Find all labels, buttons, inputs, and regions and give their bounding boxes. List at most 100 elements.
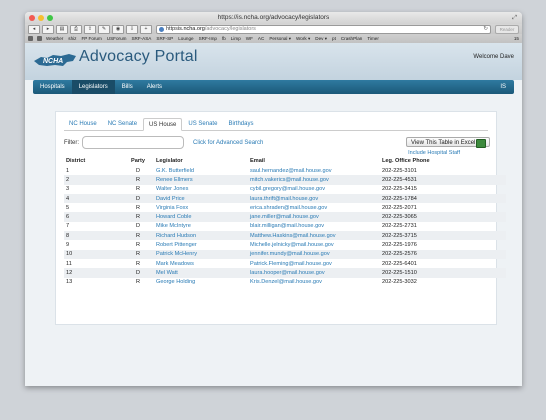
table-row: 1 D G.K. Butterfield saul.hernandez@mail.ho… <box>64 166 506 175</box>
nav-legislators[interactable]: Legislators <box>71 80 115 94</box>
sidebar-icon[interactable]: ▤ <box>56 24 68 34</box>
fullscreen-icon[interactable]: ⤢ <box>512 15 517 22</box>
bookmark-item[interactable]: Work ▾ <box>296 36 310 42</box>
column-header-phone[interactable]: Leg. Office Phone <box>380 156 506 166</box>
bookmark-overflow-count[interactable]: 15 <box>514 36 519 41</box>
reload-icon[interactable]: ↻ <box>483 26 488 32</box>
table-row: 12 D Mel Watt laura.hooper@mail.house.gov 20… <box>64 268 506 278</box>
downloads-icon[interactable]: ⇩ <box>126 24 138 34</box>
table-header-row: District Party Legislator Email Leg. Off… <box>64 156 506 166</box>
bookmark-item[interactable]: FP Forum <box>81 36 101 42</box>
forward-button[interactable]: ▸ <box>42 24 54 34</box>
legislator-link[interactable]: George Holding <box>154 278 248 287</box>
reader-button[interactable]: Reader <box>495 24 519 34</box>
address-bar[interactable]: https is.ncha.org /advocacy/legislators … <box>156 24 491 34</box>
bookmarks-book-icon[interactable] <box>28 36 33 41</box>
party-cell: R <box>122 231 154 241</box>
column-header-legislator[interactable]: Legislator <box>154 156 248 166</box>
email-link[interactable]: Patrick.Fleming@mail.house.gov <box>248 259 380 268</box>
legislator-link[interactable]: Howard Coble <box>154 212 248 222</box>
bookmark-item[interactable]: pt <box>332 36 336 42</box>
email-link[interactable]: cybil.gregory@mail.house.gov <box>248 185 380 194</box>
party-cell: D <box>135 167 141 174</box>
column-header-district[interactable]: District <box>64 156 122 166</box>
legislator-link[interactable]: Walter Jones <box>154 185 248 194</box>
email-link[interactable]: Kris.Denzel@mail.house.gov <box>248 278 380 287</box>
legislators-panel: NC House NC Senate US House US Senate Bi… <box>55 111 506 325</box>
legislator-link[interactable]: Virginia Foxx <box>154 203 248 212</box>
bookmark-item[interactable]: fb <box>222 36 226 42</box>
legislator-link[interactable]: Mel Watt <box>154 268 248 278</box>
legislator-link[interactable]: Patrick McHenry <box>154 249 248 259</box>
nav-bills[interactable]: Bills <box>115 80 140 94</box>
legislator-link[interactable]: Mike McIntyre <box>154 222 248 231</box>
email-link[interactable]: Michelle.jelnicky@mail.house.gov <box>248 240 380 249</box>
legislator-link[interactable]: David Price <box>154 193 248 204</box>
legislator-link[interactable]: Mark Meadows <box>154 259 248 268</box>
legislator-link[interactable]: Renee Ellmers <box>154 175 248 185</box>
bookmark-item[interactable]: USForum <box>107 36 127 42</box>
email-link[interactable]: mitch.vakerics@mail.house.gov <box>248 175 380 185</box>
district-cell: 12 <box>64 268 122 278</box>
bookmark-item[interactable]: Limp <box>231 36 241 42</box>
email-link[interactable]: laura.hooper@mail.house.gov <box>248 268 380 278</box>
new-tab-button[interactable]: + <box>140 24 152 34</box>
tab-nc-senate[interactable]: NC Senate <box>103 118 142 130</box>
bookmark-item[interactable]: SRF-SP <box>156 36 173 42</box>
bookmark-item[interactable]: shiz <box>68 36 76 42</box>
phone-cell: 202-225-1784 <box>380 193 506 204</box>
bookmark-list: Weather shiz FP Forum USForum SRF-ASA SRF-SP L… <box>46 36 379 42</box>
legislator-link[interactable]: Richard Hudson <box>154 231 248 241</box>
title-bar: https://is.ncha.org/advocacy/legislators… <box>25 12 522 24</box>
tab-us-senate[interactable]: US Senate <box>183 118 222 130</box>
bookmark-item[interactable]: SRF-ASA <box>131 36 151 42</box>
view-in-excel-button[interactable]: View This Table in Excel <box>406 137 490 148</box>
bookmark-item[interactable]: Timer <box>367 36 379 42</box>
phone-cell: 202-225-3032 <box>382 279 417 286</box>
nav-hospitals[interactable]: Hospitals <box>33 80 72 94</box>
bookmark-item[interactable]: AC <box>258 36 264 42</box>
nav-user-menu[interactable]: IS <box>500 80 506 94</box>
legislator-link[interactable]: Robert Pittenger <box>154 240 248 249</box>
email-link[interactable]: jennifer.mundy@mail.house.gov <box>248 249 380 259</box>
tab-nc-house[interactable]: NC House <box>64 118 102 130</box>
ncha-logo: NCHA <box>34 54 76 66</box>
tab-us-house[interactable]: US House <box>143 118 183 131</box>
window-title: https://is.ncha.org/advocacy/legislators <box>217 14 330 21</box>
legislator-link[interactable]: G.K. Butterfield <box>154 166 248 175</box>
email-link[interactable]: saul.hernandez@mail.house.gov <box>248 166 380 175</box>
filter-input[interactable] <box>82 136 184 149</box>
column-header-email[interactable]: Email <box>248 156 380 166</box>
table-row: 4 D David Price laura.thrift@mail.house.gov… <box>64 193 506 204</box>
view-in-excel-label: View This Table in Excel <box>411 140 476 146</box>
top-sites-grid-icon[interactable] <box>37 36 42 41</box>
party-cell: R <box>135 186 141 193</box>
district-cell: 9 <box>66 242 70 249</box>
print-icon[interactable]: ⎙ <box>70 24 82 34</box>
back-button[interactable]: ◂ <box>28 24 40 34</box>
email-link[interactable]: jane.miller@mail.house.gov <box>248 212 380 222</box>
email-link[interactable]: Matthew.Haskins@mail.house.gov <box>248 231 380 241</box>
email-link[interactable]: laura.thrift@mail.house.gov <box>248 193 380 204</box>
bookmark-item[interactable]: CrashPlan <box>341 36 362 42</box>
nav-alerts[interactable]: Alerts <box>140 80 169 94</box>
bookmark-item[interactable]: Personal ▾ <box>269 36 291 42</box>
bookmark-item[interactable]: SRF-Imp <box>199 36 217 42</box>
bookmark-item[interactable]: WF <box>246 36 253 42</box>
phone-cell: 202-225-3101 <box>382 167 417 174</box>
bookmark-item[interactable]: Weather <box>46 36 63 42</box>
tools-icon[interactable]: ✎ <box>98 24 110 34</box>
district-cell: 11 <box>66 260 72 267</box>
party-cell: R <box>135 204 141 211</box>
bookmark-item[interactable]: Lounge <box>178 36 193 42</box>
column-header-party[interactable]: Party <box>122 156 154 166</box>
tab-birthdays[interactable]: Birthdays <box>223 118 258 130</box>
email-link[interactable]: blair.milligan@mail.house.gov <box>248 222 380 231</box>
extension-icon[interactable]: ◉ <box>112 24 124 34</box>
bookmark-item[interactable]: Dev ▾ <box>315 36 327 42</box>
share-icon[interactable]: ⇪ <box>84 24 96 34</box>
table-row: 7 D Mike McIntyre blair.milligan@mail.house… <box>64 222 506 231</box>
email-link[interactable]: erica.shraden@mail.house.gov <box>248 203 380 212</box>
phone-cell: 202-225-1976 <box>382 242 417 249</box>
advanced-search-link[interactable]: Click for Advanced Search <box>193 140 263 146</box>
